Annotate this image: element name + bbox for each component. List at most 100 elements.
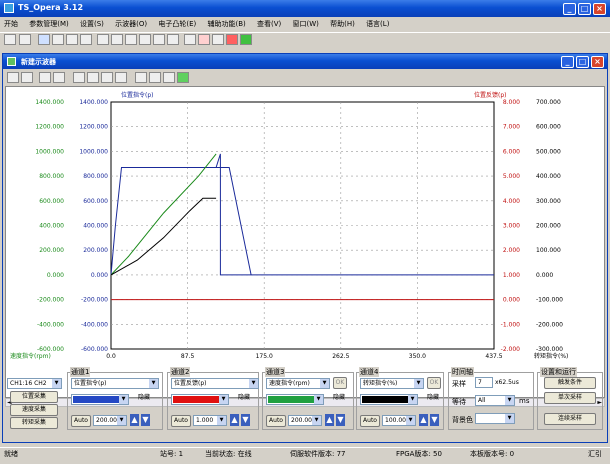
minimize-button[interactable]: _ xyxy=(563,3,576,15)
open-icon[interactable] xyxy=(7,72,19,83)
trigger-condition-button[interactable]: 触发条件 xyxy=(544,377,596,389)
channel-offset-button[interactable]: OK xyxy=(333,377,347,389)
wait-select[interactable]: All ▼ xyxy=(475,395,515,406)
channel-auto-button[interactable]: Auto xyxy=(360,415,380,427)
menu-item-aux[interactable]: 辅助功能(B) xyxy=(207,19,245,29)
wave2-icon[interactable] xyxy=(66,34,78,45)
channel-signal-select[interactable]: 位置反馈(p) ▼ xyxy=(171,378,259,389)
menu-item-window[interactable]: 窗口(W) xyxy=(292,19,318,29)
export-icon[interactable] xyxy=(135,72,147,83)
channel-hide-button[interactable]: 隐藏 xyxy=(421,393,445,405)
zoom-icon[interactable] xyxy=(87,72,99,83)
channel-scale-select[interactable]: 1.000 ▼ xyxy=(193,415,227,426)
channel-mode-select[interactable]: CH1:16 CH2 ▼ xyxy=(7,378,62,389)
app-icon xyxy=(4,3,14,13)
y1-tick-label: 200.000 xyxy=(39,247,64,254)
check-icon[interactable] xyxy=(38,34,50,45)
single-sample-button[interactable]: 单次采样 xyxy=(544,392,596,404)
main-toolbar xyxy=(0,32,610,46)
maximize-button[interactable]: □ xyxy=(578,3,591,15)
scale-up-icon[interactable]: ▲ xyxy=(419,414,428,426)
io-icon[interactable] xyxy=(97,34,109,45)
series-line-4 xyxy=(110,197,217,276)
chart[interactable]: 1400.000 1400.000 8.000 700.000 1200.000 1200… xyxy=(6,87,604,397)
channel-scale-select[interactable]: 200.00 ▼ xyxy=(288,415,322,426)
menu-item-help[interactable]: 帮助(H) xyxy=(330,19,355,29)
save-icon[interactable] xyxy=(21,72,33,83)
zoom-in-icon[interactable] xyxy=(101,72,113,83)
menu-item-cam[interactable]: 电子凸轮(E) xyxy=(158,19,196,29)
torque-capture-button[interactable]: 转矩采集 xyxy=(10,417,58,429)
status-fpga-version: FPGA版本: 50 xyxy=(396,450,442,458)
channel-group-2: 通道2 位置反馈(p) ▼ ▼ 隐藏 Auto 1.000 ▼ ▲ ▼ xyxy=(167,367,259,430)
menu-item-scope[interactable]: 示波器(O) xyxy=(115,19,147,29)
scale-down-icon[interactable]: ▼ xyxy=(141,414,150,426)
y2-tick-label: -600.000 xyxy=(81,346,108,353)
channel-auto-button[interactable]: Auto xyxy=(266,415,286,427)
channel-offset-button[interactable]: OK xyxy=(427,377,441,389)
channel-signal-select[interactable]: 转矩指令(%) ▼ xyxy=(360,378,424,389)
close-button[interactable]: × xyxy=(593,3,606,15)
cam-icon[interactable] xyxy=(139,34,151,45)
menu-item-view[interactable]: 查看(V) xyxy=(257,19,281,29)
y3-tick-label: -2.000 xyxy=(501,346,521,353)
gear-icon[interactable] xyxy=(184,34,196,45)
scale-up-icon[interactable]: ▲ xyxy=(130,414,139,426)
jog-icon[interactable] xyxy=(198,34,210,45)
channel-color-select[interactable]: ▼ xyxy=(171,394,229,405)
motor-icon[interactable] xyxy=(212,34,224,45)
channel-auto-button[interactable]: Auto xyxy=(71,415,91,427)
menu-item-settings[interactable]: 设置(S) xyxy=(80,19,104,29)
step-icon[interactable] xyxy=(125,34,137,45)
channel-signal-select[interactable]: 速度指令(rpm) ▼ xyxy=(266,378,330,389)
print-scope-icon[interactable] xyxy=(149,72,161,83)
background-color-select[interactable]: ▼ xyxy=(475,413,515,424)
sample-input[interactable]: 7 xyxy=(475,377,493,388)
cursor-icon[interactable] xyxy=(73,72,85,83)
status-state: 当前状态: 在线 xyxy=(205,450,252,458)
menu-item-params[interactable]: 参数管理(M) xyxy=(29,19,69,29)
channel-label: 通道2 xyxy=(170,367,191,377)
zoom-out-icon[interactable] xyxy=(115,72,127,83)
menu-item-language[interactable]: 语言(L) xyxy=(366,19,389,29)
print-icon[interactable] xyxy=(19,34,31,45)
tool-icon[interactable] xyxy=(167,34,179,45)
channel-auto-button[interactable]: Auto xyxy=(171,415,191,427)
diag-icon[interactable] xyxy=(153,34,165,45)
channel-scale-select[interactable]: 100.00 ▼ xyxy=(382,415,416,426)
wave3-icon[interactable] xyxy=(80,34,92,45)
channel-hide-button[interactable]: 隐藏 xyxy=(232,393,256,405)
scope-close-button[interactable]: × xyxy=(591,56,604,68)
channel-color-select[interactable]: ▼ xyxy=(360,394,418,405)
run-icon[interactable] xyxy=(240,34,252,45)
scale-down-icon[interactable]: ▼ xyxy=(241,414,250,426)
scale-down-icon[interactable]: ▼ xyxy=(430,414,439,426)
channel-color-select[interactable]: ▼ xyxy=(71,394,129,405)
wave-icon[interactable] xyxy=(52,34,64,45)
param-icon[interactable] xyxy=(111,34,123,45)
scope-minimize-button[interactable]: _ xyxy=(561,56,574,68)
channel-label: 通道1 xyxy=(70,367,91,377)
scale-down-icon[interactable]: ▼ xyxy=(336,414,345,426)
new-icon[interactable] xyxy=(4,34,16,45)
link-icon[interactable] xyxy=(39,72,51,83)
channel-scale-select[interactable]: 200.00 ▼ xyxy=(93,415,127,426)
channel-hide-button[interactable]: 隐藏 xyxy=(327,393,351,405)
scope-maximize-button[interactable]: □ xyxy=(576,56,589,68)
channel-color-select[interactable]: ▼ xyxy=(266,394,324,405)
y2-tick-label: 800.000 xyxy=(83,173,108,180)
speed-capture-button[interactable]: 速度采集 xyxy=(10,404,58,416)
unlink-icon[interactable] xyxy=(53,72,65,83)
position-capture-button[interactable]: 位置采集 xyxy=(10,391,58,403)
continuous-sample-button[interactable]: 连续采样 xyxy=(544,413,596,425)
menu-item-start[interactable]: 开始 xyxy=(4,19,18,29)
stop-icon[interactable] xyxy=(226,34,238,45)
channel-signal-select[interactable]: 位置指令(p) ▼ xyxy=(71,378,159,389)
play-icon[interactable] xyxy=(177,72,189,83)
y2-tick-label: 400.000 xyxy=(83,223,108,230)
scale-up-icon[interactable]: ▲ xyxy=(325,414,334,426)
channel-hide-button[interactable]: 隐藏 xyxy=(132,393,156,405)
scale-up-icon[interactable]: ▲ xyxy=(230,414,239,426)
capture-icon[interactable] xyxy=(163,72,175,83)
x-tick-label: 437.5 xyxy=(485,353,502,360)
